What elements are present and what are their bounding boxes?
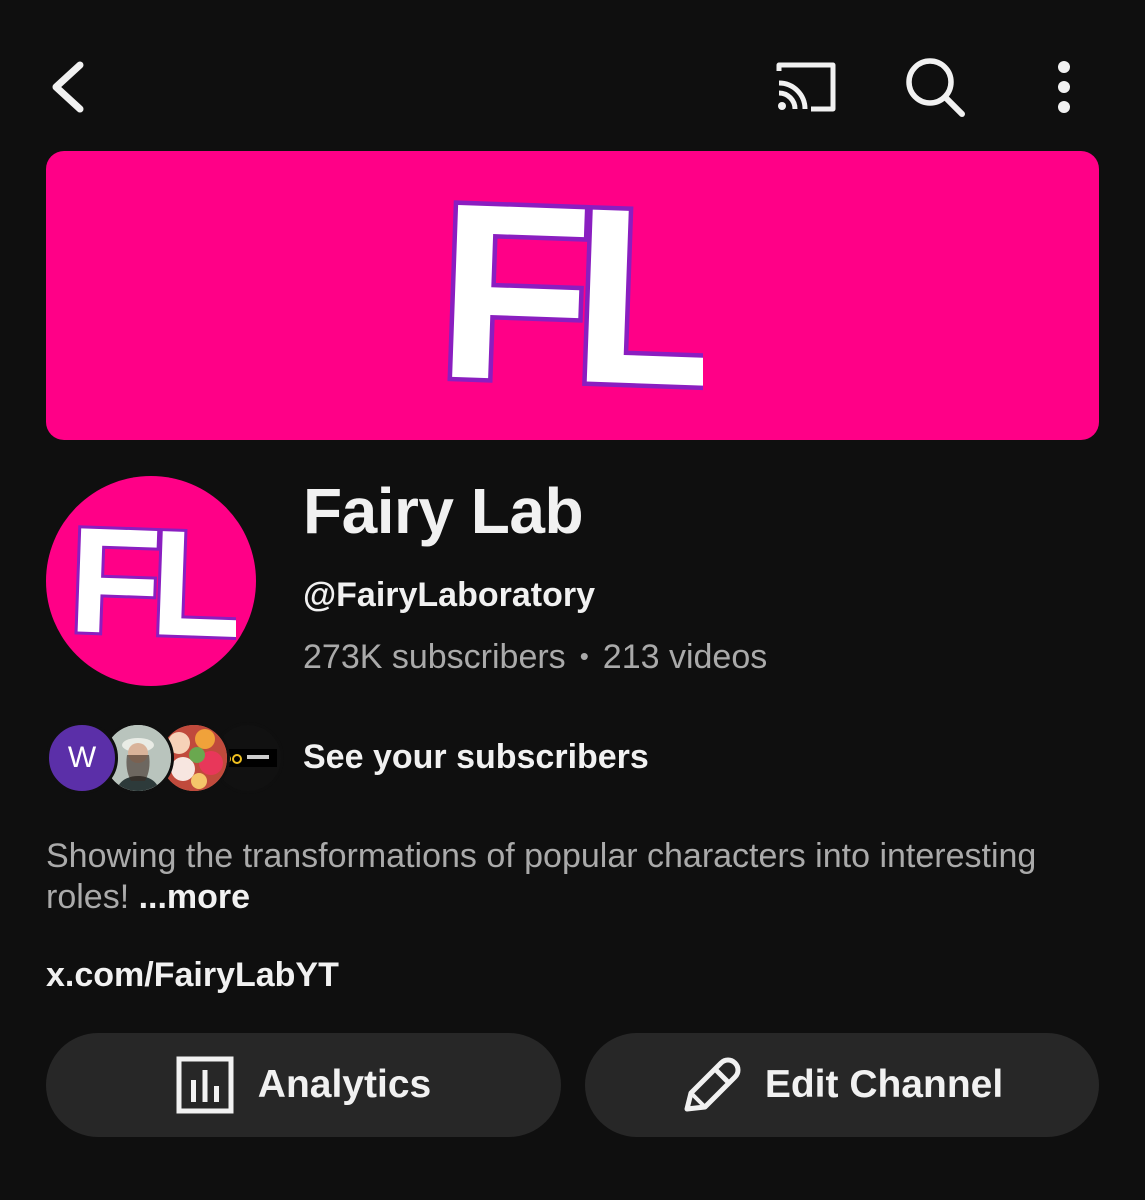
more-vertical-icon	[1058, 61, 1070, 113]
channel-banner: FL	[46, 151, 1099, 440]
more-options-button[interactable]	[1036, 52, 1092, 122]
analytics-bar-chart-icon	[176, 1056, 234, 1114]
analytics-button[interactable]: Analytics	[46, 1033, 561, 1137]
channel-page: FL FL Fairy Lab @FairyLaboratory 273K su…	[0, 0, 1145, 1200]
channel-handle: @FairyLaboratory	[303, 576, 596, 614]
edit-channel-label: Edit Channel	[764, 1063, 1004, 1106]
channel-external-link[interactable]: x.com/FairyLabYT	[46, 956, 339, 995]
svg-text:FL: FL	[443, 186, 703, 406]
see-subscribers-link[interactable]: See your subscribers	[303, 738, 649, 777]
svg-text:FL: FL	[66, 516, 236, 646]
channel-description[interactable]: Showing the transformations of popular c…	[46, 836, 1046, 918]
search-button[interactable]	[898, 52, 972, 122]
edit-channel-button[interactable]: Edit Channel	[585, 1033, 1099, 1137]
channel-name: Fairy Lab	[303, 475, 584, 547]
chevron-left-icon	[52, 61, 84, 113]
subscriber-count: 273K subscribers	[303, 638, 566, 676]
description-more-link[interactable]: ...more	[139, 878, 250, 916]
subscriber-avatars[interactable]: W	[46, 722, 284, 794]
banner-logo: FL	[443, 186, 703, 406]
stats-separator: •	[579, 641, 589, 671]
cast-icon	[776, 62, 836, 112]
channel-stats: 273K subscribers • 213 videos	[303, 638, 767, 677]
search-icon	[906, 58, 965, 117]
cast-button[interactable]	[766, 52, 846, 122]
avatar-logo: FL	[66, 516, 236, 646]
subscriber-avatar: W	[46, 722, 118, 794]
channel-avatar[interactable]: FL	[46, 476, 256, 686]
subscriber-avatar-letter: W	[67, 741, 97, 774]
pencil-icon	[681, 1055, 741, 1115]
analytics-label: Analytics	[257, 1063, 432, 1106]
video-count: 213 videos	[602, 638, 768, 676]
back-button[interactable]	[36, 52, 100, 122]
